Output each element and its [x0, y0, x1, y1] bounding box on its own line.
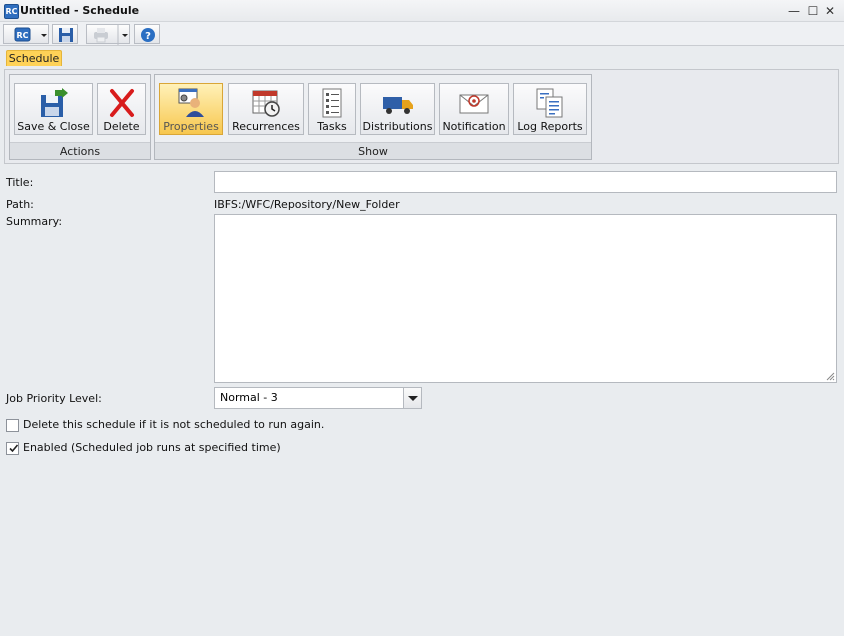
svg-text:?: ? [145, 31, 151, 42]
email-icon [459, 94, 489, 114]
tab-schedule[interactable]: Schedule [6, 50, 62, 66]
title-label: Title: [6, 176, 34, 189]
resize-grip-icon[interactable] [826, 372, 835, 381]
minimize-button[interactable]: — [787, 4, 801, 18]
svg-text:RC: RC [16, 31, 28, 40]
log-reports-label: Log Reports [517, 120, 583, 133]
title-input[interactable] [214, 171, 837, 193]
path-value: IBFS:/WFC/Repository/New_Folder [214, 198, 400, 211]
help-icon: ? [141, 28, 155, 42]
title-bar: RC Untitled - Schedule — ☐ ✕ [0, 0, 844, 22]
delete-schedule-checkbox[interactable] [6, 419, 19, 432]
log-reports-button[interactable]: Log Reports [513, 83, 587, 135]
properties-label: Properties [163, 120, 219, 133]
save-close-icon [40, 88, 68, 117]
notification-button[interactable]: Notification [439, 83, 509, 135]
tasks-label: Tasks [317, 120, 347, 133]
quick-access-toolbar: RC ? [0, 22, 844, 46]
enabled-checkbox[interactable] [6, 442, 19, 455]
save-button[interactable] [52, 24, 78, 44]
rc-menu-icon: RC [14, 27, 47, 42]
close-button[interactable]: ✕ [823, 4, 837, 18]
group-label-show: Show [155, 142, 591, 159]
help-button[interactable]: ? [134, 24, 160, 44]
save-close-label: Save & Close [17, 120, 90, 133]
delete-x-icon [109, 89, 134, 117]
summary-label: Summary: [6, 215, 63, 228]
tasks-button[interactable]: Tasks [308, 83, 356, 135]
ribbon-group-show: Properties Recurrences Tasks Distributio… [154, 74, 592, 160]
delete-label: Delete [103, 120, 140, 133]
calendar-clock-icon [252, 90, 280, 117]
delete-button[interactable]: Delete [97, 83, 146, 135]
rc-menu-button[interactable]: RC [3, 24, 49, 44]
task-list-icon [322, 88, 342, 118]
maximize-button[interactable]: ☐ [806, 4, 820, 18]
ribbon-group-actions: Save & Close Delete Actions [9, 74, 151, 160]
save-close-button[interactable]: Save & Close [14, 83, 93, 135]
ribbon-tab-row: Schedule [0, 47, 844, 68]
priority-label: Job Priority Level: [6, 392, 102, 405]
distributions-button[interactable]: Distributions [360, 83, 435, 135]
enabled-label[interactable]: Enabled (Scheduled job runs at specified… [23, 441, 281, 454]
properties-icon [178, 88, 204, 117]
app-logo-icon[interactable]: RC [4, 4, 19, 19]
delivery-truck-icon [382, 97, 413, 114]
print-icon [94, 25, 128, 45]
chevron-down-icon[interactable] [403, 388, 421, 408]
recurrences-label: Recurrences [232, 120, 300, 133]
properties-button[interactable]: Properties [159, 83, 223, 135]
log-report-icon [536, 88, 563, 118]
ribbon: Save & Close Delete Actions Properties R… [4, 69, 839, 164]
priority-select-value: Normal - 3 [220, 391, 278, 404]
path-label: Path: [6, 198, 34, 211]
print-button[interactable] [86, 24, 130, 45]
save-icon [59, 28, 73, 42]
group-label-actions: Actions [10, 142, 150, 159]
checkmark-icon [9, 444, 19, 453]
summary-textarea[interactable] [214, 214, 837, 383]
recurrences-button[interactable]: Recurrences [228, 83, 304, 135]
distributions-label: Distributions [362, 120, 433, 133]
window-title: Untitled - Schedule [20, 4, 140, 17]
notification-label: Notification [442, 120, 506, 133]
priority-select[interactable]: Normal - 3 [214, 387, 422, 409]
delete-schedule-label[interactable]: Delete this schedule if it is not schedu… [23, 418, 324, 431]
